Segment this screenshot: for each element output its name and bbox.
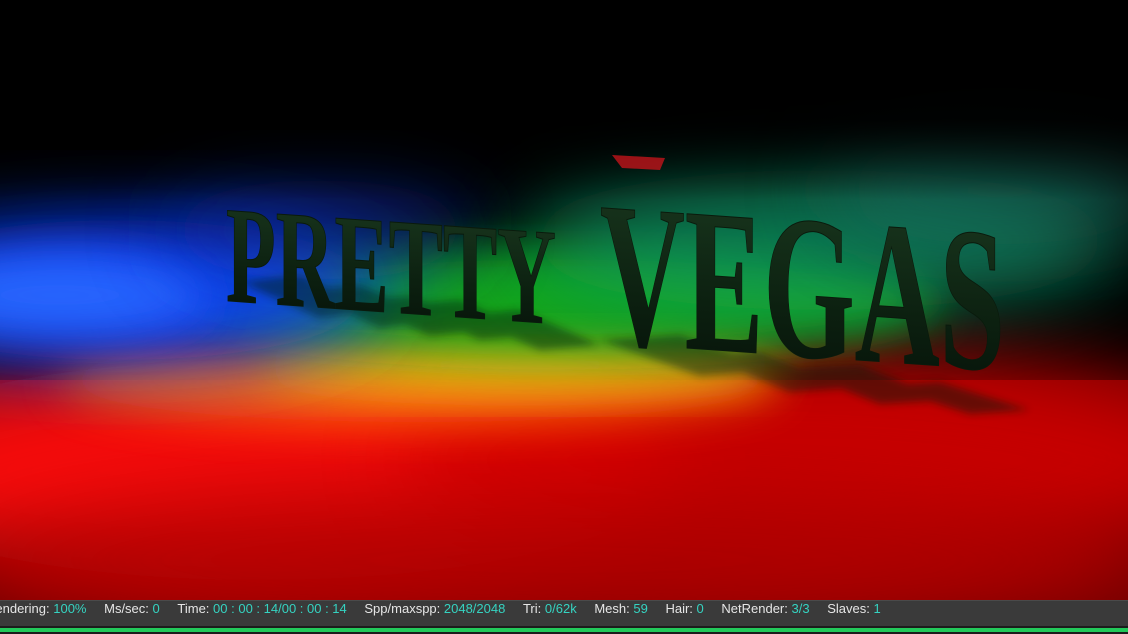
- stat-ms-sec: Ms/sec: 0: [104, 601, 160, 616]
- scene-text-vegas: VEGAS: [600, 160, 1005, 415]
- stat-time: Time: 00 : 00 : 14/00 : 00 : 14: [177, 601, 347, 616]
- stat-hair: Hair: 0: [665, 601, 704, 616]
- render-progress-fill: [0, 628, 1128, 632]
- stat-spp: Spp/maxspp: 2048/2048: [364, 601, 506, 616]
- render-viewport: PRETTY VEGAS: [0, 0, 1128, 600]
- stat-tri: Tri: 0/62k: [522, 601, 577, 616]
- render-image: PRETTY VEGAS: [0, 0, 1128, 600]
- stat-netrender: NetRender: 3/3: [721, 601, 810, 616]
- stat-mesh: Mesh: 59: [594, 601, 648, 616]
- scene-text-pretty: PRETTY: [226, 178, 556, 354]
- render-status-bar: Rendering: 100% Ms/sec: 0 Time: 00 : 00 …: [0, 600, 1128, 626]
- stat-rendering: Rendering: 100%: [0, 601, 87, 616]
- stat-slaves: Slaves: 1: [827, 601, 881, 616]
- render-progress-track: [0, 626, 1128, 634]
